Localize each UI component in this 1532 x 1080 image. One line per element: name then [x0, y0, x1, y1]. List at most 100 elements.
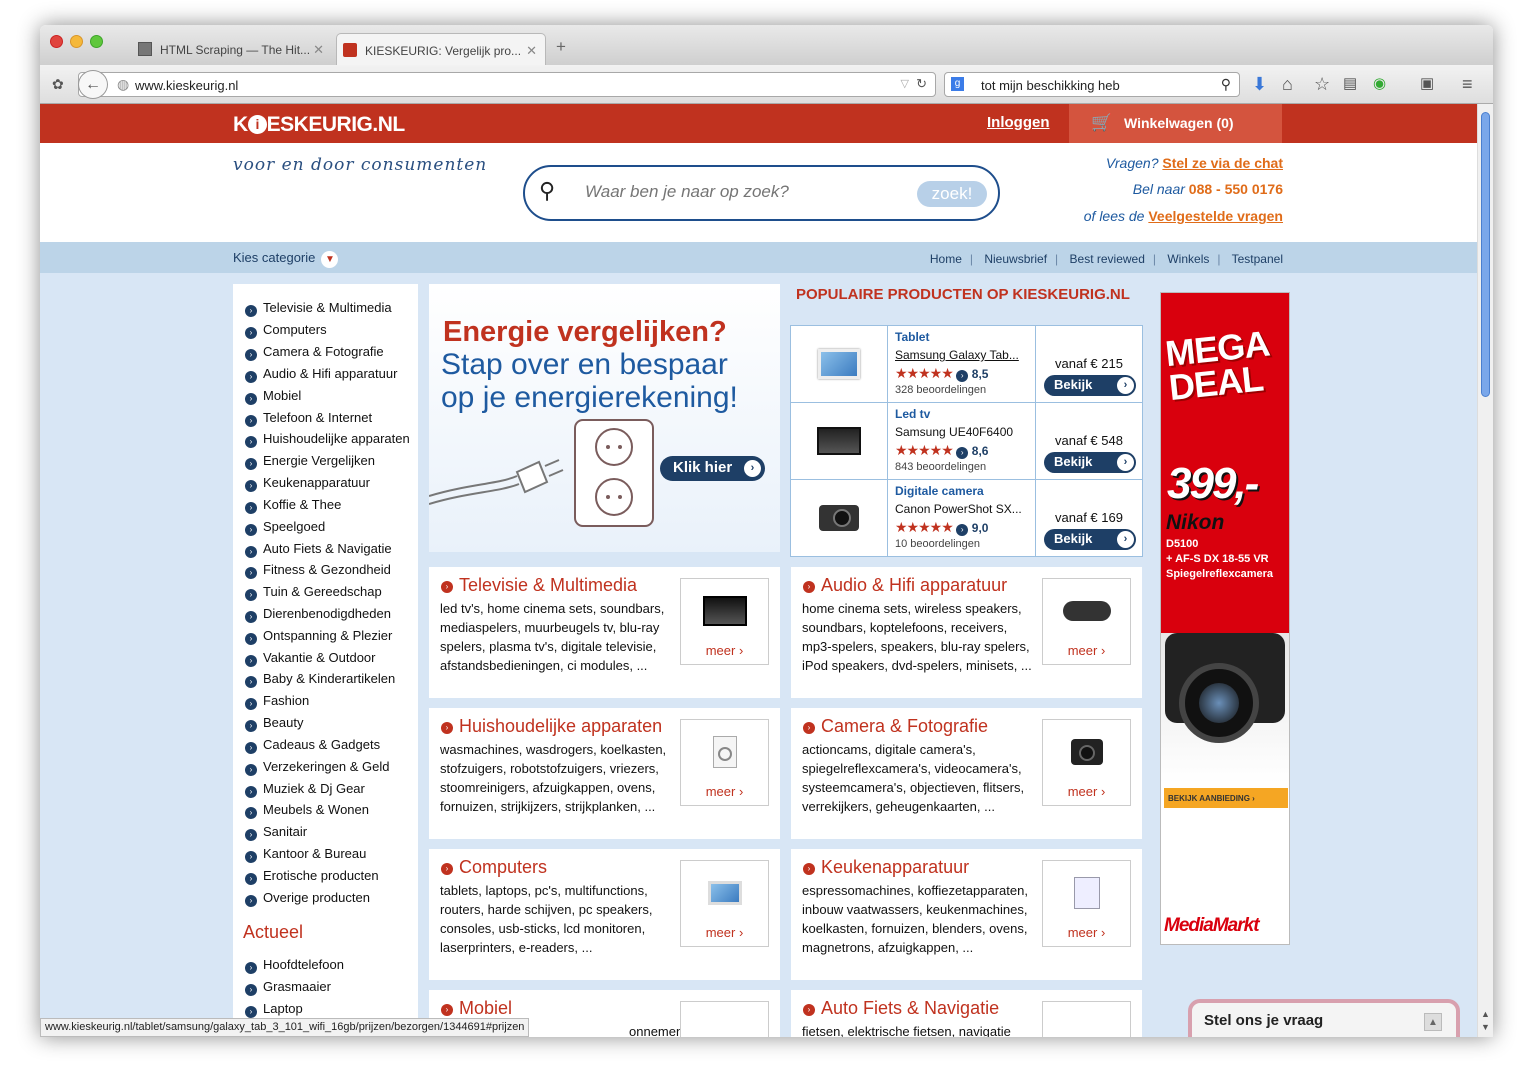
- actueel-item[interactable]: › Laptop: [245, 1001, 303, 1018]
- bekijk-button[interactable]: Bekijk ›: [1044, 375, 1136, 396]
- product-category[interactable]: Digitale camera: [895, 484, 1035, 498]
- sidebar-item[interactable]: › Muziek & Dj Gear: [245, 781, 365, 798]
- energy-banner[interactable]: Energie vergelijken? Stap over en bespaa…: [429, 284, 780, 552]
- login-link[interactable]: Inloggen: [987, 114, 1050, 131]
- category-title[interactable]: › Audio & Hifi apparatuur: [803, 575, 1007, 596]
- link-home[interactable]: Home: [930, 252, 962, 266]
- close-window-button[interactable]: [50, 35, 63, 48]
- meer-link[interactable]: meer ›: [1042, 784, 1131, 799]
- product-row[interactable]: Digitale camera Canon PowerShot SX... ★★…: [791, 480, 1142, 557]
- category-box-computers[interactable]: › Computers tablets, laptops, pc's, multi…: [429, 849, 780, 980]
- category-title[interactable]: › Mobiel: [441, 998, 512, 1019]
- sidebar-item[interactable]: › Fashion: [245, 693, 309, 710]
- sidebar-item[interactable]: › Keukenapparatuur: [245, 475, 370, 492]
- meer-link[interactable]: meer ›: [680, 643, 769, 658]
- tab-kieskeurig[interactable]: KIESKEURIG: Vergelijk pro... ✕: [336, 33, 546, 65]
- category-box-camera[interactable]: › Camera & Fotografie actioncams, digital…: [791, 708, 1142, 839]
- back-icon[interactable]: ←: [78, 70, 108, 99]
- meer-link[interactable]: meer ›: [1042, 925, 1131, 940]
- minimize-window-button[interactable]: [70, 35, 83, 48]
- close-tab-icon[interactable]: ✕: [313, 42, 324, 58]
- sidebar-item[interactable]: › Televisie & Multimedia: [245, 300, 392, 317]
- category-box-huishoudelijk[interactable]: › Huishoudelijke apparaten wasmachines, w…: [429, 708, 780, 839]
- link-best-reviewed[interactable]: Best reviewed: [1070, 252, 1145, 266]
- sidebar-item[interactable]: › Telefoon & Internet: [245, 410, 372, 427]
- sidebar-item[interactable]: › Cadeaus & Gadgets: [245, 737, 380, 754]
- new-tab-icon[interactable]: +: [556, 37, 566, 57]
- reload-icon[interactable]: ↻: [916, 76, 927, 92]
- kies-categorie-dropdown[interactable]: Kies categorie ▼: [233, 250, 339, 268]
- category-title[interactable]: › Keukenapparatuur: [803, 857, 969, 878]
- scrollbar-thumb[interactable]: [1481, 112, 1490, 397]
- sidebar-item[interactable]: › Dierenbenodigdheden: [245, 606, 391, 623]
- search-bar[interactable]: g tot mijn beschikking heb ⚲: [944, 72, 1240, 97]
- dropdown-arrow-icon[interactable]: ▽: [901, 77, 909, 90]
- sidebar-item[interactable]: › Overige producten: [245, 890, 370, 907]
- sidebar-item[interactable]: › Huishoudelijke apparaten: [245, 431, 410, 448]
- sidebar-item[interactable]: › Audio & Hifi apparatuur: [245, 366, 397, 383]
- category-box-tv[interactable]: › Televisie & Multimedia led tv's, home c…: [429, 567, 780, 698]
- url-bar[interactable]: ◍ www.kieskeurig.nl ▽ ↻: [78, 72, 936, 97]
- category-box-auto[interactable]: › Auto Fiets & Navigatie fietsen, elektri…: [791, 990, 1142, 1037]
- camera-image[interactable]: [791, 480, 888, 556]
- sidebar-item[interactable]: › Auto Fiets & Navigatie: [245, 541, 392, 558]
- screenshot-icon[interactable]: ▣: [1420, 74, 1434, 92]
- page-scrollbar[interactable]: ▲ ▼: [1477, 104, 1493, 1037]
- product-name[interactable]: Canon PowerShot SX...: [895, 502, 1035, 516]
- faq-link[interactable]: Veelgestelde vragen: [1148, 208, 1283, 224]
- sidebar-item[interactable]: › Kantoor & Bureau: [245, 846, 366, 863]
- mediamarkt-ad[interactable]: MEGA DEAL 399,- Nikon D5100 + AF-S DX 18-…: [1160, 292, 1290, 945]
- sidebar-item[interactable]: › Energie Vergelijken: [245, 453, 375, 470]
- site-search-input[interactable]: [585, 182, 885, 202]
- link-testpanel[interactable]: Testpanel: [1232, 252, 1283, 266]
- category-title[interactable]: › Televisie & Multimedia: [441, 575, 637, 596]
- bekijk-aanbieding-button[interactable]: BEKIJK AANBIEDING ›: [1164, 788, 1288, 808]
- sidebar-item[interactable]: › Meubels & Wonen: [245, 802, 369, 819]
- meer-link[interactable]: meer ›: [1042, 643, 1131, 658]
- category-box-keuken[interactable]: › Keukenapparatuur espressomachines, koff…: [791, 849, 1142, 980]
- sidebar-item[interactable]: › Mobiel: [245, 388, 301, 405]
- product-row[interactable]: Led tv Samsung UE40F6400 ★★★★★ › 8,6 843 b…: [791, 403, 1142, 480]
- product-category[interactable]: Led tv: [895, 407, 1035, 421]
- sidebar-item[interactable]: › Beauty: [245, 715, 303, 732]
- sidebar-item[interactable]: › Fitness & Gezondheid: [245, 562, 391, 579]
- chat-link[interactable]: Stel ze via de chat: [1162, 155, 1283, 171]
- category-title[interactable]: › Computers: [441, 857, 547, 878]
- bekijk-button[interactable]: Bekijk ›: [1044, 529, 1136, 550]
- menu-icon[interactable]: ≡: [1462, 74, 1473, 95]
- chat-widget[interactable]: Stel ons je vraag ▲: [1188, 999, 1460, 1037]
- navigation-image[interactable]: [1042, 1001, 1131, 1037]
- product-name[interactable]: Samsung Galaxy Tab...: [895, 348, 1035, 362]
- addons-icon[interactable]: ✿: [52, 76, 64, 93]
- sidebar-item[interactable]: › Koffie & Thee: [245, 497, 341, 514]
- sidebar-item[interactable]: › Erotische producten: [245, 868, 379, 885]
- sidebar-item[interactable]: › Computers: [245, 322, 327, 339]
- search-submit-button[interactable]: zoek!: [917, 181, 987, 207]
- category-title[interactable]: › Auto Fiets & Navigatie: [803, 998, 999, 1019]
- scroll-down-icon[interactable]: ▼: [1481, 1022, 1490, 1032]
- product-category[interactable]: Tablet: [895, 330, 1035, 344]
- sidebar-item[interactable]: › Baby & Kinderartikelen: [245, 671, 395, 688]
- sidebar-item[interactable]: › Camera & Fotografie: [245, 344, 384, 361]
- sidebar-item[interactable]: › Sanitair: [245, 824, 307, 841]
- category-title[interactable]: › Camera & Fotografie: [803, 716, 988, 737]
- bookmark-star-icon[interactable]: ☆: [1314, 74, 1330, 95]
- meer-link[interactable]: meer ›: [680, 925, 769, 940]
- tab-html-scraping[interactable]: HTML Scraping — The Hit... ✕: [132, 33, 332, 65]
- extension-icon[interactable]: ◉: [1373, 74, 1386, 92]
- zoom-window-button[interactable]: [90, 35, 103, 48]
- google-icon[interactable]: g: [951, 77, 964, 91]
- sidebar-item[interactable]: › Verzekeringen & Geld: [245, 759, 389, 776]
- tv-image[interactable]: [791, 403, 888, 479]
- sidebar-item[interactable]: › Speelgoed: [245, 519, 325, 536]
- cart-button[interactable]: 🛒 Winkelwagen (0): [1069, 104, 1282, 143]
- home-icon[interactable]: ⌂: [1282, 74, 1293, 95]
- actueel-item[interactable]: › Grasmaaier: [245, 979, 331, 996]
- sidebar-item[interactable]: › Ontspanning & Plezier: [245, 628, 392, 645]
- actueel-item[interactable]: › Hoofdtelefoon: [245, 957, 344, 974]
- category-box-audio[interactable]: › Audio & Hifi apparatuur home cinema set…: [791, 567, 1142, 698]
- product-name[interactable]: Samsung UE40F6400: [895, 425, 1035, 439]
- sidebar-item[interactable]: › Vakantie & Outdoor: [245, 650, 376, 667]
- klik-hier-button[interactable]: Klik hier ›: [660, 456, 765, 481]
- link-winkels[interactable]: Winkels: [1167, 252, 1209, 266]
